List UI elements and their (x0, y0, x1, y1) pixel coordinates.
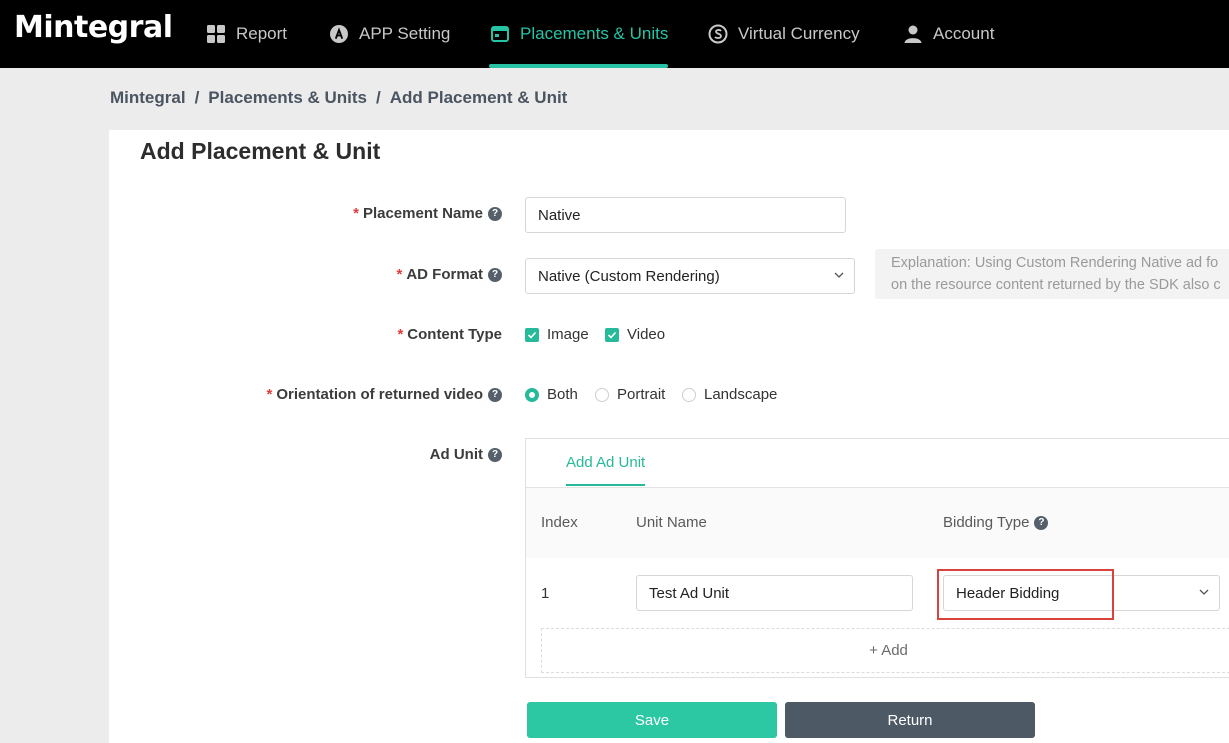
nav-label: APP Setting (359, 24, 451, 43)
breadcrumb-separator: / (376, 88, 381, 107)
ad-format-select[interactable]: Native (Custom Rendering) (525, 258, 855, 294)
content-type-label: * Content Type (397, 326, 502, 343)
radio-label: Portrait (617, 386, 666, 403)
column-header-unit-name: Unit Name (636, 514, 707, 531)
row-index: 1 (541, 585, 550, 602)
table-header: Index Unit Name Bidding Type ? (526, 488, 1229, 558)
content-type-label-row: * Content Type (109, 326, 502, 346)
tab-add-ad-unit[interactable]: Add Ad Unit (566, 454, 646, 486)
ad-format-value: Native (Custom Rendering) (538, 267, 720, 285)
add-ad-unit-button[interactable]: + Add (541, 628, 1229, 673)
checkbox-checked-icon (605, 327, 619, 342)
nav-label: Virtual Currency (738, 24, 860, 43)
help-icon[interactable]: ? (488, 267, 502, 282)
top-nav: Mintegral Report APP Setting Placements … (0, 0, 1229, 68)
radio-label: Both (547, 386, 578, 403)
orientation-label: * Orientation of returned video ? (266, 386, 502, 403)
nav-app-setting[interactable]: APP Setting (328, 0, 450, 68)
breadcrumb: Mintegral / Placements & Units / Add Pla… (110, 88, 567, 108)
content-type-label-text: Content Type (407, 326, 502, 343)
orientation-landscape-radio[interactable]: Landscape (682, 386, 777, 403)
nav-report[interactable]: Report (205, 0, 287, 68)
checkbox-checked-icon (525, 327, 539, 342)
required-marker: * (397, 326, 404, 343)
ad-format-label: * AD Format ? (396, 266, 502, 283)
chevron-down-icon (834, 272, 844, 278)
placement-name-label: * Placement Name ? (353, 205, 502, 222)
breadcrumb-separator: / (194, 88, 200, 107)
ad-format-explanation: Explanation: Using Custom Rendering Nati… (875, 249, 1229, 299)
nav-placements-units[interactable]: Placements & Units (489, 0, 669, 68)
breadcrumb-placements[interactable]: Placements & Units (208, 88, 367, 108)
nav-virtual-currency[interactable]: Virtual Currency (707, 0, 860, 68)
explanation-line: Explanation: Using Custom Rendering Nati… (891, 255, 1219, 271)
radio-label: Landscape (704, 386, 778, 403)
breadcrumb-current: Add Placement & Unit (389, 88, 568, 107)
save-button[interactable]: Save (527, 702, 777, 738)
orientation-portrait-radio[interactable]: Portrait (595, 386, 665, 403)
content-type-video-checkbox[interactable]: Video (605, 326, 665, 343)
calendar-icon (489, 23, 511, 45)
app-store-icon (328, 23, 350, 45)
highlight-box (937, 569, 1114, 620)
help-icon[interactable]: ? (488, 206, 502, 221)
radio-icon (682, 387, 696, 402)
radio-icon (595, 387, 609, 402)
ad-unit-label-text: Ad Unit (429, 446, 483, 463)
placement-name-value: Native (538, 206, 581, 224)
column-header-index: Index (541, 514, 578, 531)
checkbox-label: Image (547, 326, 589, 343)
help-icon[interactable]: ? (488, 387, 502, 402)
return-button[interactable]: Return (785, 702, 1035, 738)
orientation-both-radio[interactable]: Both (525, 386, 578, 403)
ad-unit-label-row: Ad Unit ? (109, 446, 502, 466)
add-label: + Add (869, 642, 908, 659)
currency-icon (707, 23, 729, 45)
ad-unit-panel: Add Ad Unit Index Unit Name Bidding Type… (525, 438, 1229, 678)
unit-name-value: Test Ad Unit (649, 584, 730, 602)
chevron-down-icon (1199, 589, 1209, 595)
nav-label: Report (236, 24, 288, 43)
placement-name-label-row: * Placement Name ? (109, 205, 502, 225)
page-title: Add Placement & Unit (140, 138, 381, 164)
required-marker: * (396, 266, 403, 283)
ad-unit-label: Ad Unit ? (430, 446, 502, 463)
checkbox-label: Video (627, 326, 666, 343)
column-header-text: Bidding Type (943, 514, 1030, 531)
breadcrumb-home[interactable]: Mintegral (110, 88, 186, 108)
placement-name-input[interactable]: Native (525, 197, 846, 233)
orientation-label-text: Orientation of returned video (276, 386, 483, 403)
help-icon[interactable]: ? (1034, 515, 1049, 530)
explanation-line: on the resource content returned by the … (891, 277, 1221, 293)
grid-icon (205, 23, 227, 45)
form-card: Add Placement & Unit * Placement Name ? … (109, 130, 1229, 743)
column-header-bidding-type: Bidding Type ? (943, 514, 1049, 531)
help-icon[interactable]: ? (488, 447, 502, 462)
required-marker: * (353, 205, 359, 222)
placement-name-label-text: Placement Name (362, 205, 483, 222)
orientation-label-row: * Orientation of returned video ? (109, 386, 502, 406)
nav-account[interactable]: Account (902, 0, 994, 68)
unit-name-input[interactable]: Test Ad Unit (636, 575, 913, 611)
required-marker: * (266, 386, 273, 403)
ad-format-label-row: * AD Format ? (109, 266, 502, 286)
logo[interactable]: Mintegral (14, 10, 173, 45)
nav-label: Placements & Units (520, 24, 669, 43)
content-type-image-checkbox[interactable]: Image (525, 326, 589, 343)
user-icon (902, 23, 924, 45)
ad-format-label-text: AD Format (406, 266, 483, 283)
nav-label: Account (933, 24, 995, 43)
radio-selected-icon (525, 387, 539, 402)
